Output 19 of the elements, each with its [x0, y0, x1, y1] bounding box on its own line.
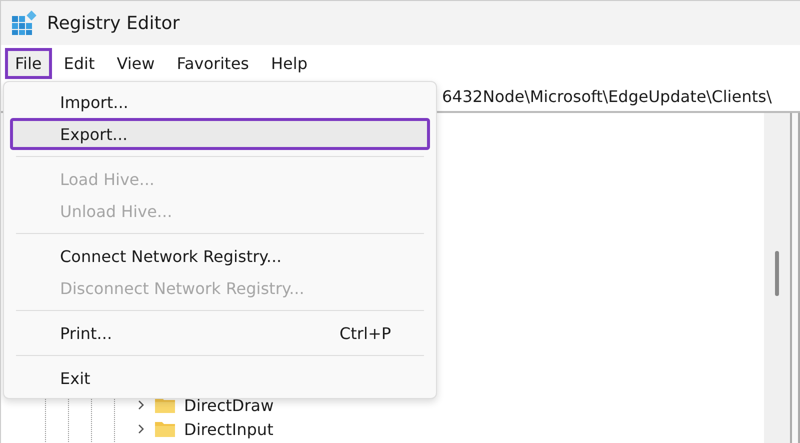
chevron-icon[interactable] [136, 399, 146, 411]
menu-option[interactable]: Export... [10, 118, 430, 150]
menu-item[interactable]: Help [261, 48, 318, 78]
menu-item[interactable]: File [5, 48, 52, 78]
window-title: Registry Editor [47, 12, 180, 34]
chevron-icon[interactable] [136, 423, 146, 435]
folder-icon [154, 396, 176, 414]
menu-option[interactable]: Import... [10, 86, 430, 118]
menu-option[interactable]: Exit [10, 362, 430, 394]
registry-app-icon [11, 10, 37, 36]
folder-icon [154, 420, 176, 438]
menu-item[interactable]: Edit [54, 48, 105, 78]
tree-item[interactable]: DirectDraw [184, 396, 274, 414]
menu-option[interactable]: Connect Network Registry... [10, 240, 430, 272]
menu-option[interactable]: Print... Ctrl+P [10, 317, 430, 349]
menu-item[interactable]: View [106, 48, 165, 78]
tree-item[interactable]: DirectInput [184, 420, 274, 438]
scrollbar[interactable] [764, 113, 790, 443]
menu-item[interactable]: Favorites [166, 48, 260, 78]
